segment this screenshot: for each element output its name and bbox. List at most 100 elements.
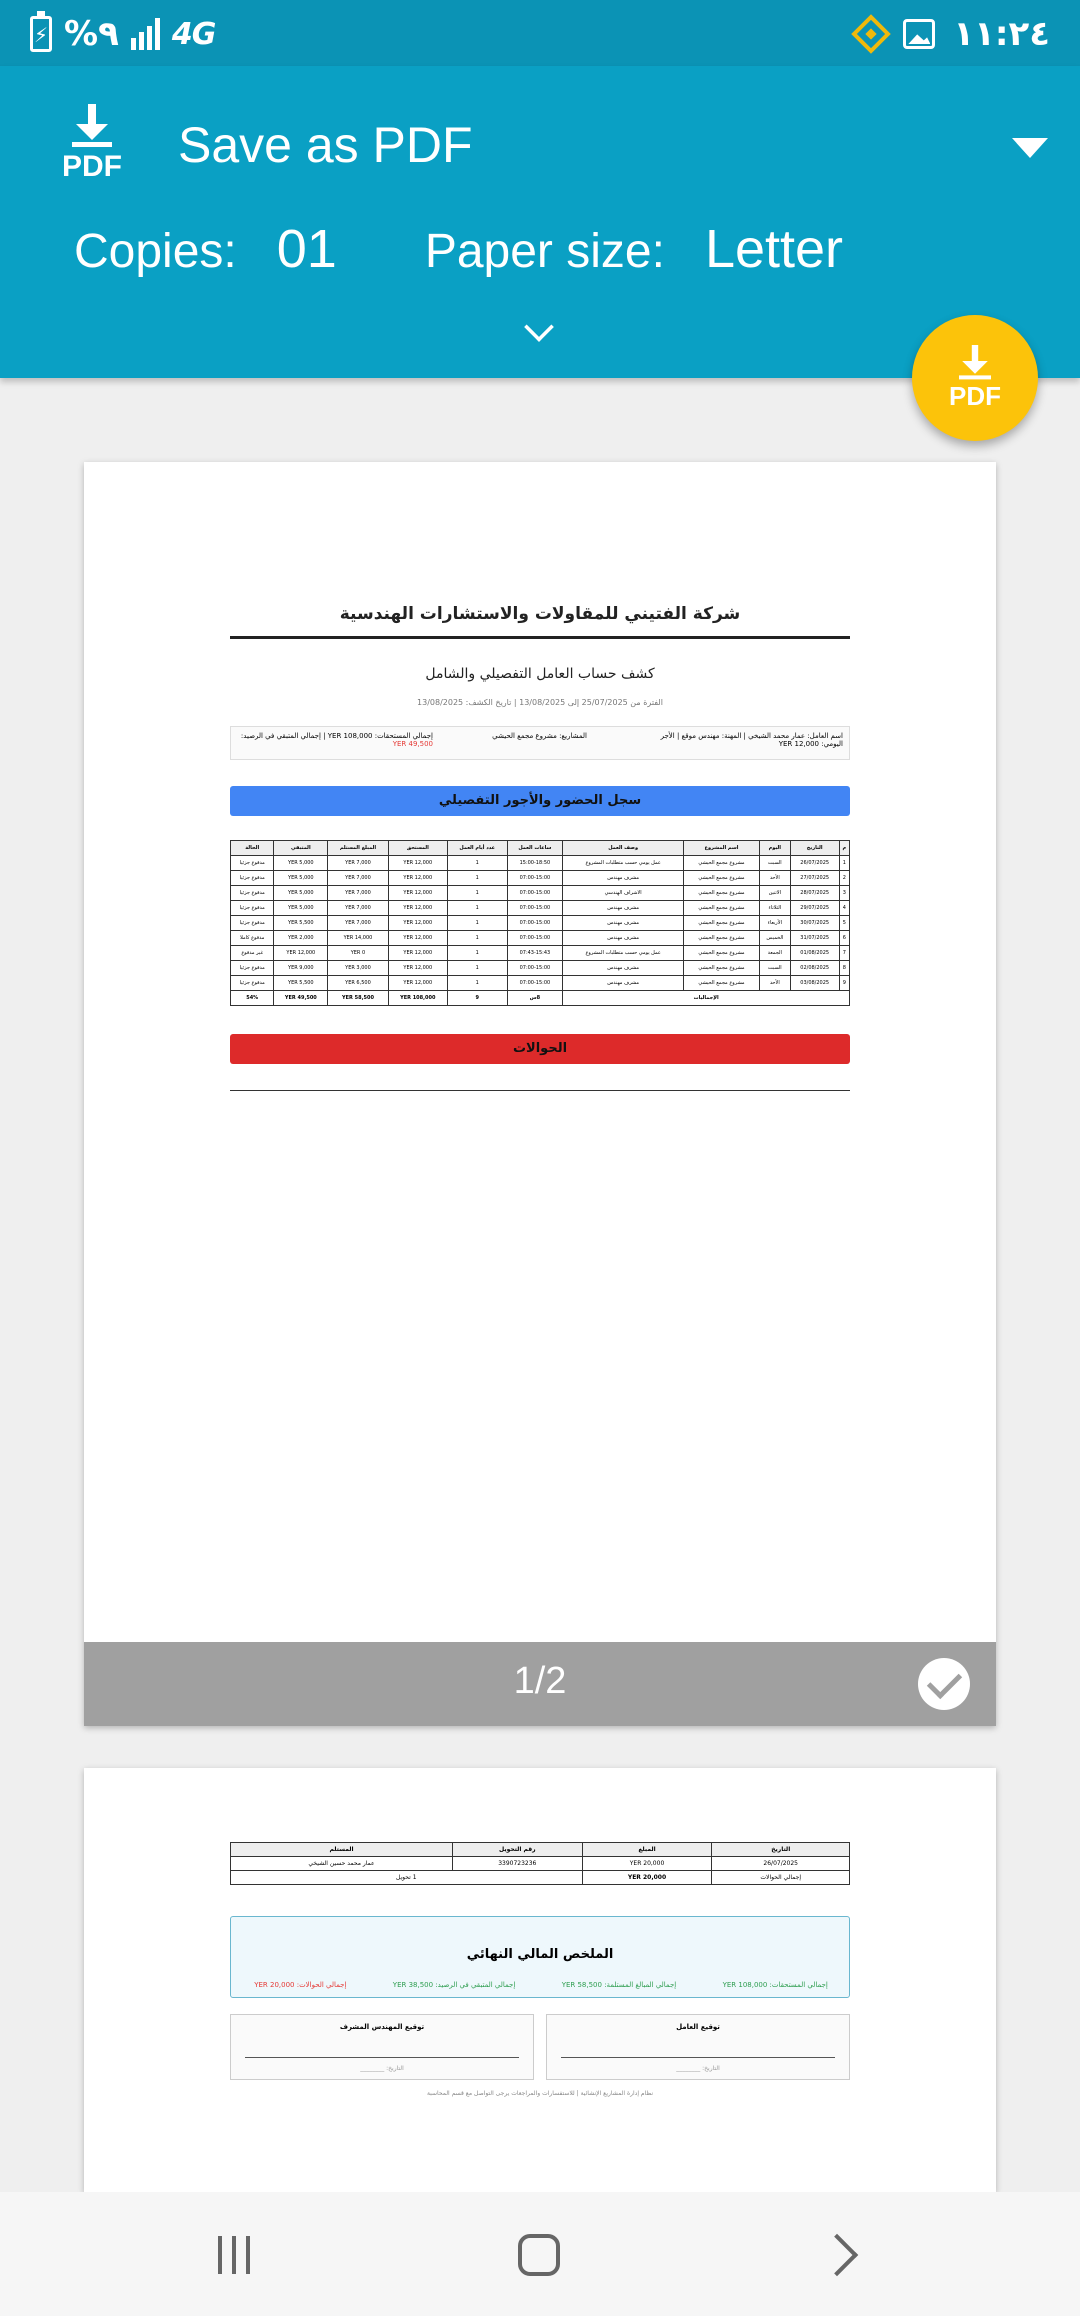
table-cell: مدفوع جزئيا — [229, 885, 275, 901]
table-cell: YER 7,000 — [327, 900, 389, 916]
print-options-summary[interactable]: Copies: 01 Paper size: Letter — [74, 218, 843, 280]
table-cell: 5 — [838, 915, 851, 931]
table-cell: 2 — [838, 870, 851, 886]
table-cell: الاثنين — [758, 885, 791, 901]
table-cell: YER 3,000 — [327, 960, 389, 976]
table-cell: YER 12,000 — [387, 900, 448, 916]
expand-chevron-icon[interactable] — [524, 312, 554, 342]
table-cell: YER 12,000 — [387, 930, 448, 946]
table-cell: مشروع مجمع الحيشي — [683, 885, 760, 901]
column-header: الحالة — [229, 840, 275, 856]
table-cell: 1 — [446, 870, 508, 886]
copies-label: Copies: — [74, 225, 237, 278]
back-button[interactable] — [815, 2233, 859, 2277]
table-cell: الأحد — [758, 870, 791, 886]
table-cell: عمل يومي حسب متطلبات المشروع — [562, 945, 685, 961]
table-cell: مشروع مجمع الحيشي — [683, 870, 760, 886]
preview-page-1[interactable]: شركة الفتيني للمقاولات والاستشارات الهند… — [84, 462, 996, 1726]
table-cell: YER 5,000 — [273, 855, 329, 871]
table-cell: YER 5,500 — [273, 915, 329, 931]
table-cell: مشروع مجمع الحيشي — [683, 930, 760, 946]
projects-info: المشاريع: مشروع مجمع الحيشي — [492, 732, 587, 740]
table-cell: YER 12,000 — [387, 960, 448, 976]
battery-icon: ⚡ — [30, 11, 52, 52]
table-cell: YER 12,000 — [387, 945, 448, 961]
print-toolbar: PDF Save as PDF Copies: 01 Paper size: L… — [0, 66, 1080, 378]
table-cell: 1 — [446, 855, 508, 871]
table-cell: مدفوع جزئيا — [229, 900, 275, 916]
table-cell: مشروع مجمع الحيشي — [683, 960, 760, 976]
table-cell: YER 58,500 — [327, 990, 389, 1006]
table-cell: 26/07/2025 — [789, 855, 840, 871]
column-header: ساعات العمل — [506, 840, 564, 856]
copies-value: 01 — [276, 219, 337, 279]
table-cell: 1 — [446, 885, 508, 901]
column-header: المستلم — [229, 1842, 454, 1857]
column-header: م — [838, 840, 851, 856]
table-cell: مدفوع جزئيا — [229, 915, 275, 931]
attendance-table: م التاريخ اليوم اسم المشروع وصف العمل ساعات ا… — [229, 840, 851, 1006]
worker-info-box: اسم العامل: عمار محمد الشيخي | المهنة: م… — [230, 726, 850, 760]
binance-icon — [851, 14, 892, 54]
table-cell: مشروع مجمع الحيشي — [683, 945, 760, 961]
navigation-bar — [0, 2192, 1080, 2316]
summary-transfers: إجمالي الحوالات: YER 20,000 — [254, 1981, 347, 1989]
worker-signature-box: توقيع العامل التاريخ: ________ — [546, 2014, 850, 2080]
table-cell: 7 — [838, 945, 851, 961]
table-cell: الإجماليات — [562, 990, 850, 1006]
table-cell: 07:00-15:00 — [506, 930, 564, 946]
table-cell: YER 49,500 — [273, 990, 329, 1006]
table-cell: غير مدفوع — [229, 945, 275, 961]
page-selected-check-icon[interactable] — [918, 1658, 970, 1710]
table-cell: YER 12,000 — [387, 870, 448, 886]
table-row: 3 28/07/2025 الاثنين مشروع مجمع الحيشي الاشر… — [229, 885, 851, 901]
table-cell: 02/08/2025 — [789, 960, 840, 976]
table-cell: YER 108,000 — [387, 990, 448, 1006]
table-row: 26/07/2025 YER 20,000 3390723236 عمار محمد … — [229, 1856, 850, 1871]
download-pdf-button[interactable]: PDF — [912, 315, 1038, 441]
table-cell: مشرف مهندس — [562, 975, 685, 991]
table-cell: 1 — [446, 900, 508, 916]
table-cell: مشرف مهندس — [562, 915, 685, 931]
column-header: المستحق — [387, 840, 448, 856]
transfers-section-header: الحوالات — [230, 1034, 850, 1064]
table-cell: YER 14,000 — [327, 930, 389, 946]
table-cell: 1 — [446, 945, 508, 961]
balance-value: YER 49,500 — [392, 740, 433, 748]
table-cell: مشروع مجمع الحيشي — [683, 900, 760, 916]
table-row: 9 03/08/2025 الأحد مشروع مجمع الحيشي مشرف مه… — [229, 975, 851, 991]
table-cell: 1 — [446, 930, 508, 946]
table-cell: 4 — [838, 900, 851, 916]
printer-select[interactable]: Save as PDF — [178, 116, 473, 174]
table-cell: YER 20,000 — [581, 1856, 713, 1871]
table-cell: 9 — [838, 975, 851, 991]
table-cell: 07:00-15:00 — [506, 960, 564, 976]
dropdown-arrow-icon[interactable] — [1012, 138, 1048, 158]
table-cell: مدفوع جزئيا — [229, 855, 275, 871]
table-cell: 03/08/2025 — [789, 975, 840, 991]
table-cell: مشرف مهندس — [562, 930, 685, 946]
table-cell: 1 — [446, 915, 508, 931]
column-header: وصف العمل — [562, 840, 685, 856]
column-header: المتبقي — [273, 840, 329, 856]
table-cell: YER 0 — [327, 945, 389, 961]
divider — [230, 636, 850, 639]
table-cell: YER 7,000 — [327, 855, 389, 871]
table-cell: الاشراف الهندسي — [562, 885, 685, 901]
page-footer: 1/2 — [84, 1642, 996, 1726]
home-button[interactable] — [518, 2234, 560, 2276]
table-total-row: الإجماليات 8س 9 YER 108,000 YER 58,500 YER 49… — [229, 990, 850, 1006]
battery-percent: %٩ — [64, 14, 119, 54]
table-cell: 07:00-15:00 — [506, 900, 564, 916]
column-header: رقم التحويل — [452, 1842, 583, 1857]
table-row: 8 02/08/2025 السبت مشروع مجمع الحيشي مشرف مه… — [229, 960, 851, 976]
table-cell: الأربعاء — [758, 915, 791, 931]
table-cell: YER 2,000 — [273, 930, 329, 946]
paper-size-value: Letter — [704, 219, 844, 279]
preview-page-2[interactable]: التاريخ المبلغ رقم التحويل المستلم 26/07/20… — [84, 1768, 996, 2192]
table-cell: الأحد — [758, 975, 791, 991]
recents-button[interactable] — [218, 2236, 250, 2274]
table-cell: مشروع مجمع الحيشي — [683, 915, 760, 931]
table-row: 7 01/08/2025 الجمعة مشروع مجمع الحيشي عمل يو… — [229, 945, 851, 961]
table-cell: YER 7,000 — [327, 915, 389, 931]
